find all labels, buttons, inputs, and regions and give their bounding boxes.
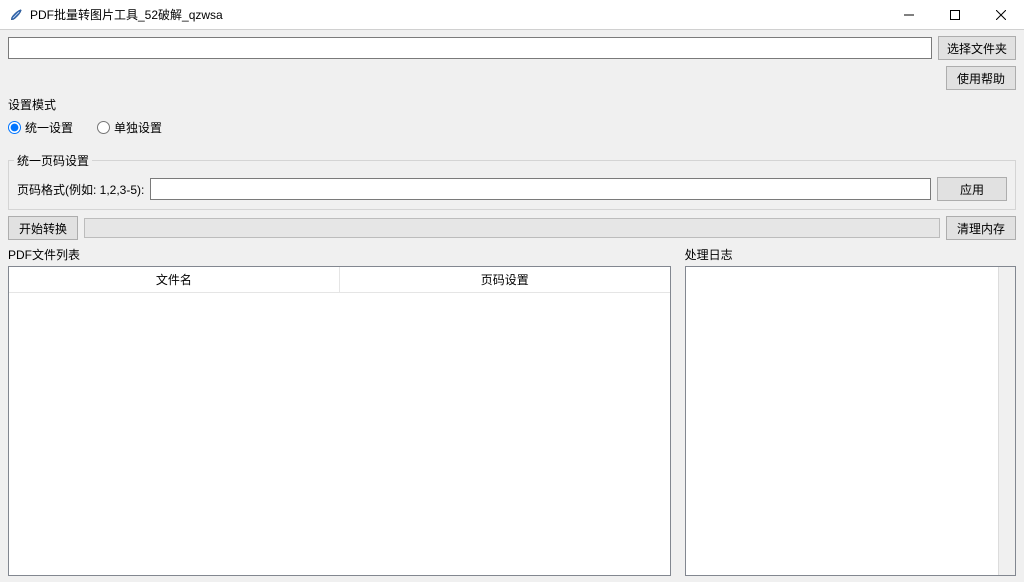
log-box[interactable] — [685, 266, 1016, 576]
settings-mode-label: 设置模式 — [8, 96, 1016, 113]
minimize-button[interactable] — [886, 0, 932, 29]
page-format-label: 页码格式(例如: 1,2,3-5): — [17, 181, 144, 198]
window-title: PDF批量转图片工具_52破解_qzwsa — [30, 6, 886, 23]
page-format-input[interactable] — [150, 178, 931, 200]
close-button[interactable] — [978, 0, 1024, 29]
file-list-header: 文件名 页码设置 — [9, 267, 670, 293]
radio-unified-label: 统一设置 — [25, 119, 73, 136]
radio-unified-input[interactable] — [8, 121, 21, 134]
radio-unified[interactable]: 统一设置 — [8, 119, 73, 136]
window-controls — [886, 0, 1024, 29]
file-list-panel: PDF文件列表 文件名 页码设置 — [8, 246, 671, 576]
apply-button[interactable]: 应用 — [937, 177, 1007, 201]
maximize-button[interactable] — [932, 0, 978, 29]
column-filename[interactable]: 文件名 — [9, 267, 340, 293]
radio-individual[interactable]: 单独设置 — [97, 119, 162, 136]
titlebar: PDF批量转图片工具_52破解_qzwsa — [0, 0, 1024, 30]
page-settings-legend: 统一页码设置 — [14, 152, 92, 169]
help-button[interactable]: 使用帮助 — [946, 66, 1016, 90]
choose-folder-button[interactable]: 选择文件夹 — [938, 36, 1016, 60]
file-list-box[interactable]: 文件名 页码设置 — [8, 266, 671, 576]
radio-individual-label: 单独设置 — [114, 119, 162, 136]
folder-path-input[interactable] — [8, 37, 932, 59]
start-convert-button[interactable]: 开始转换 — [8, 216, 78, 240]
column-page-setting[interactable]: 页码设置 — [340, 267, 670, 293]
page-settings-group: 统一页码设置 页码格式(例如: 1,2,3-5): 应用 — [8, 152, 1016, 210]
app-icon — [8, 7, 24, 23]
log-panel: 处理日志 — [685, 246, 1016, 576]
file-list-label: PDF文件列表 — [8, 246, 671, 263]
clear-memory-button[interactable]: 清理内存 — [946, 216, 1016, 240]
log-label: 处理日志 — [685, 246, 1016, 263]
radio-individual-input[interactable] — [97, 121, 110, 134]
progress-bar — [84, 218, 940, 238]
log-scrollbar[interactable] — [998, 267, 1015, 575]
